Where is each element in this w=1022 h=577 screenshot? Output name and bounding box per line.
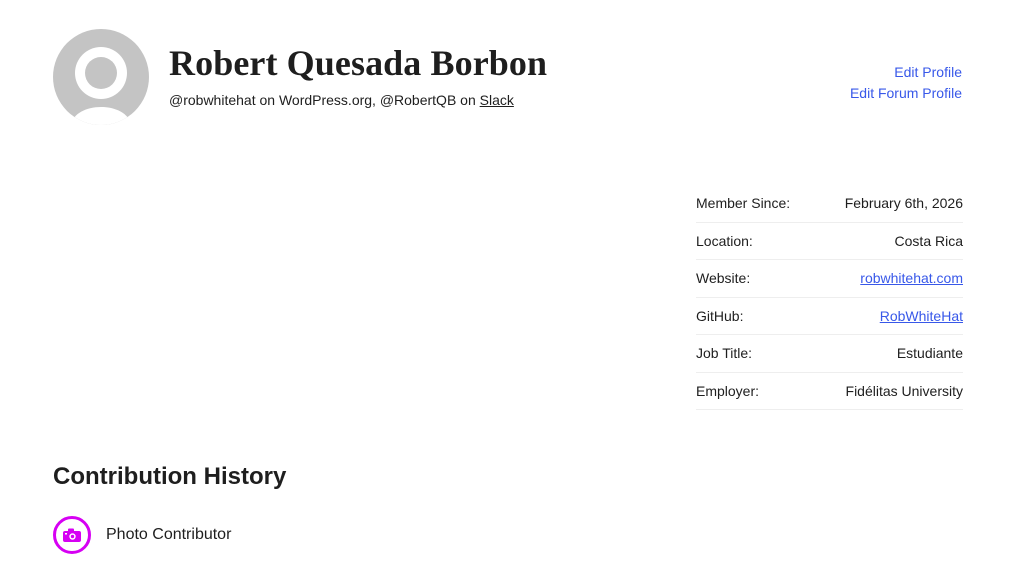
meta-value: February 6th, 2026 bbox=[844, 195, 963, 212]
handles-text: @robwhitehat on WordPress.org, @RobertQB… bbox=[169, 92, 476, 108]
camera-icon bbox=[53, 516, 91, 554]
meta-value: Estudiante bbox=[896, 345, 963, 362]
meta-row-job-title: Job Title: Estudiante bbox=[696, 335, 963, 373]
meta-row-employer: Employer: Fidélitas University bbox=[696, 373, 963, 410]
meta-row-member-since: Member Since: February 6th, 2026 bbox=[696, 185, 963, 223]
edit-forum-profile-link[interactable]: Edit Forum Profile bbox=[850, 83, 962, 104]
meta-label: Location: bbox=[696, 232, 753, 249]
meta-label: Member Since: bbox=[696, 195, 791, 212]
edit-profile-link[interactable]: Edit Profile bbox=[850, 62, 962, 83]
meta-row-github: GitHub: RobWhiteHat bbox=[696, 298, 963, 335]
meta-label: Website: bbox=[696, 270, 751, 287]
meta-label: GitHub: bbox=[696, 307, 744, 324]
contribution-label: Photo Contributor bbox=[106, 526, 232, 543]
contribution-item: Photo Contributor bbox=[53, 516, 231, 554]
website-link[interactable]: robwhitehat.com bbox=[860, 270, 963, 286]
contribution-history-title: Contribution History bbox=[53, 463, 287, 490]
profile-meta-table: Member Since: February 6th, 2026 Locatio… bbox=[696, 185, 963, 410]
slack-link[interactable]: Slack bbox=[480, 92, 514, 108]
meta-row-website: Website: robwhitehat.com bbox=[696, 260, 963, 298]
avatar bbox=[53, 29, 149, 125]
meta-row-location: Location: Costa Rica bbox=[696, 223, 963, 260]
meta-value: Costa Rica bbox=[894, 232, 963, 249]
profile-name: Robert Quesada Borbon bbox=[169, 43, 548, 83]
github-link[interactable]: RobWhiteHat bbox=[880, 308, 963, 324]
profile-handles: @robwhitehat on WordPress.org, @RobertQB… bbox=[169, 91, 514, 109]
profile-actions: Edit Profile Edit Forum Profile bbox=[850, 62, 962, 104]
meta-label: Employer: bbox=[696, 382, 760, 399]
default-avatar-icon bbox=[53, 29, 149, 125]
meta-value: Fidélitas University bbox=[845, 382, 963, 399]
meta-label: Job Title: bbox=[696, 345, 753, 362]
